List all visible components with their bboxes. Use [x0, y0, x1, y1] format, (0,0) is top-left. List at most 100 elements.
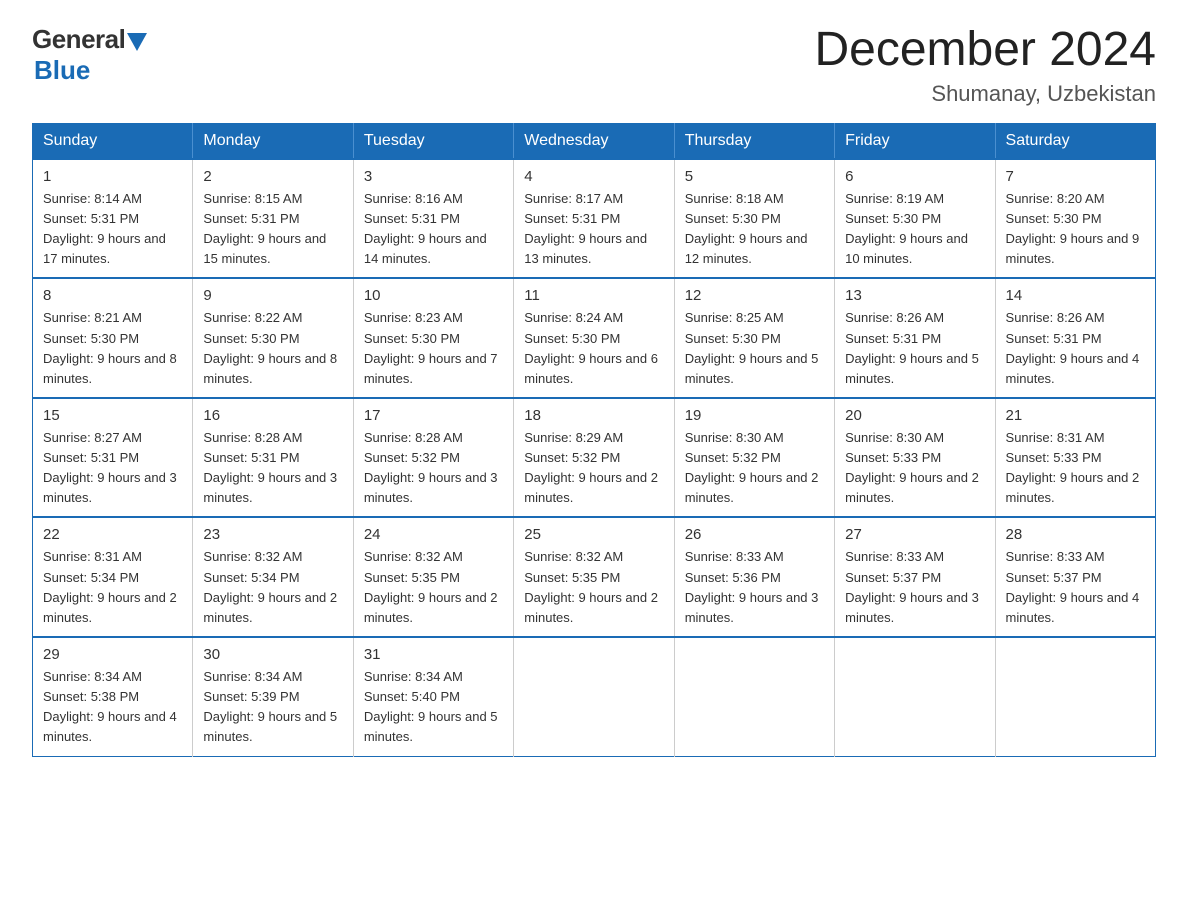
day-number: 25: [524, 526, 663, 543]
calendar-day-cell: [995, 637, 1155, 756]
calendar-day-cell: 22 Sunrise: 8:31 AM Sunset: 5:34 PM Dayl…: [33, 517, 193, 637]
calendar-week-row: 22 Sunrise: 8:31 AM Sunset: 5:34 PM Dayl…: [33, 517, 1156, 637]
day-number: 26: [685, 526, 824, 543]
day-info: Sunrise: 8:32 AM Sunset: 5:35 PM Dayligh…: [364, 547, 503, 628]
logo-triangle-icon: [127, 33, 147, 51]
calendar-header-tuesday: Tuesday: [353, 123, 513, 159]
day-info: Sunrise: 8:24 AM Sunset: 5:30 PM Dayligh…: [524, 308, 663, 389]
calendar-day-cell: 15 Sunrise: 8:27 AM Sunset: 5:31 PM Dayl…: [33, 398, 193, 518]
calendar-day-cell: 4 Sunrise: 8:17 AM Sunset: 5:31 PM Dayli…: [514, 159, 674, 279]
day-info: Sunrise: 8:28 AM Sunset: 5:32 PM Dayligh…: [364, 428, 503, 509]
day-info: Sunrise: 8:19 AM Sunset: 5:30 PM Dayligh…: [845, 189, 984, 270]
calendar-day-cell: 25 Sunrise: 8:32 AM Sunset: 5:35 PM Dayl…: [514, 517, 674, 637]
calendar-day-cell: 17 Sunrise: 8:28 AM Sunset: 5:32 PM Dayl…: [353, 398, 513, 518]
page-header: General Blue December 2024 Shumanay, Uzb…: [32, 24, 1156, 107]
day-number: 20: [845, 407, 984, 424]
day-info: Sunrise: 8:31 AM Sunset: 5:33 PM Dayligh…: [1006, 428, 1145, 509]
day-info: Sunrise: 8:32 AM Sunset: 5:34 PM Dayligh…: [203, 547, 342, 628]
day-info: Sunrise: 8:30 AM Sunset: 5:33 PM Dayligh…: [845, 428, 984, 509]
calendar-day-cell: 29 Sunrise: 8:34 AM Sunset: 5:38 PM Dayl…: [33, 637, 193, 756]
day-info: Sunrise: 8:26 AM Sunset: 5:31 PM Dayligh…: [1006, 308, 1145, 389]
day-number: 30: [203, 646, 342, 663]
day-number: 14: [1006, 287, 1145, 304]
day-number: 6: [845, 168, 984, 185]
calendar-day-cell: 26 Sunrise: 8:33 AM Sunset: 5:36 PM Dayl…: [674, 517, 834, 637]
day-number: 9: [203, 287, 342, 304]
calendar-day-cell: 5 Sunrise: 8:18 AM Sunset: 5:30 PM Dayli…: [674, 159, 834, 279]
logo-text-general: General: [32, 24, 125, 55]
calendar-day-cell: 24 Sunrise: 8:32 AM Sunset: 5:35 PM Dayl…: [353, 517, 513, 637]
day-number: 16: [203, 407, 342, 424]
calendar-day-cell: 18 Sunrise: 8:29 AM Sunset: 5:32 PM Dayl…: [514, 398, 674, 518]
day-number: 13: [845, 287, 984, 304]
calendar-table: SundayMondayTuesdayWednesdayThursdayFrid…: [32, 123, 1156, 757]
calendar-day-cell: 1 Sunrise: 8:14 AM Sunset: 5:31 PM Dayli…: [33, 159, 193, 279]
day-info: Sunrise: 8:31 AM Sunset: 5:34 PM Dayligh…: [43, 547, 182, 628]
calendar-day-cell: 23 Sunrise: 8:32 AM Sunset: 5:34 PM Dayl…: [193, 517, 353, 637]
calendar-day-cell: 31 Sunrise: 8:34 AM Sunset: 5:40 PM Dayl…: [353, 637, 513, 756]
day-info: Sunrise: 8:33 AM Sunset: 5:37 PM Dayligh…: [1006, 547, 1145, 628]
calendar-day-cell: 20 Sunrise: 8:30 AM Sunset: 5:33 PM Dayl…: [835, 398, 995, 518]
location-subtitle: Shumanay, Uzbekistan: [814, 81, 1156, 107]
calendar-header-friday: Friday: [835, 123, 995, 159]
month-year-title: December 2024: [814, 24, 1156, 77]
calendar-day-cell: 16 Sunrise: 8:28 AM Sunset: 5:31 PM Dayl…: [193, 398, 353, 518]
day-number: 10: [364, 287, 503, 304]
calendar-day-cell: 12 Sunrise: 8:25 AM Sunset: 5:30 PM Dayl…: [674, 278, 834, 398]
logo: General Blue: [32, 24, 147, 86]
calendar-header-row: SundayMondayTuesdayWednesdayThursdayFrid…: [33, 123, 1156, 159]
day-info: Sunrise: 8:30 AM Sunset: 5:32 PM Dayligh…: [685, 428, 824, 509]
day-info: Sunrise: 8:14 AM Sunset: 5:31 PM Dayligh…: [43, 189, 182, 270]
calendar-day-cell: 7 Sunrise: 8:20 AM Sunset: 5:30 PM Dayli…: [995, 159, 1155, 279]
calendar-day-cell: 28 Sunrise: 8:33 AM Sunset: 5:37 PM Dayl…: [995, 517, 1155, 637]
day-number: 11: [524, 287, 663, 304]
title-block: December 2024 Shumanay, Uzbekistan: [814, 24, 1156, 107]
day-info: Sunrise: 8:33 AM Sunset: 5:37 PM Dayligh…: [845, 547, 984, 628]
calendar-day-cell: 30 Sunrise: 8:34 AM Sunset: 5:39 PM Dayl…: [193, 637, 353, 756]
day-info: Sunrise: 8:25 AM Sunset: 5:30 PM Dayligh…: [685, 308, 824, 389]
calendar-week-row: 1 Sunrise: 8:14 AM Sunset: 5:31 PM Dayli…: [33, 159, 1156, 279]
day-info: Sunrise: 8:21 AM Sunset: 5:30 PM Dayligh…: [43, 308, 182, 389]
calendar-day-cell: [835, 637, 995, 756]
day-number: 28: [1006, 526, 1145, 543]
day-info: Sunrise: 8:34 AM Sunset: 5:40 PM Dayligh…: [364, 667, 503, 748]
day-number: 17: [364, 407, 503, 424]
calendar-day-cell: 11 Sunrise: 8:24 AM Sunset: 5:30 PM Dayl…: [514, 278, 674, 398]
calendar-week-row: 8 Sunrise: 8:21 AM Sunset: 5:30 PM Dayli…: [33, 278, 1156, 398]
day-number: 4: [524, 168, 663, 185]
day-info: Sunrise: 8:17 AM Sunset: 5:31 PM Dayligh…: [524, 189, 663, 270]
calendar-week-row: 29 Sunrise: 8:34 AM Sunset: 5:38 PM Dayl…: [33, 637, 1156, 756]
day-info: Sunrise: 8:20 AM Sunset: 5:30 PM Dayligh…: [1006, 189, 1145, 270]
calendar-day-cell: 8 Sunrise: 8:21 AM Sunset: 5:30 PM Dayli…: [33, 278, 193, 398]
calendar-header-thursday: Thursday: [674, 123, 834, 159]
day-info: Sunrise: 8:34 AM Sunset: 5:39 PM Dayligh…: [203, 667, 342, 748]
day-info: Sunrise: 8:28 AM Sunset: 5:31 PM Dayligh…: [203, 428, 342, 509]
calendar-day-cell: 9 Sunrise: 8:22 AM Sunset: 5:30 PM Dayli…: [193, 278, 353, 398]
day-number: 5: [685, 168, 824, 185]
day-info: Sunrise: 8:23 AM Sunset: 5:30 PM Dayligh…: [364, 308, 503, 389]
calendar-day-cell: [674, 637, 834, 756]
day-number: 7: [1006, 168, 1145, 185]
day-number: 8: [43, 287, 182, 304]
day-info: Sunrise: 8:16 AM Sunset: 5:31 PM Dayligh…: [364, 189, 503, 270]
calendar-day-cell: 14 Sunrise: 8:26 AM Sunset: 5:31 PM Dayl…: [995, 278, 1155, 398]
day-number: 31: [364, 646, 503, 663]
day-info: Sunrise: 8:26 AM Sunset: 5:31 PM Dayligh…: [845, 308, 984, 389]
calendar-day-cell: 6 Sunrise: 8:19 AM Sunset: 5:30 PM Dayli…: [835, 159, 995, 279]
day-number: 3: [364, 168, 503, 185]
day-info: Sunrise: 8:29 AM Sunset: 5:32 PM Dayligh…: [524, 428, 663, 509]
calendar-day-cell: 19 Sunrise: 8:30 AM Sunset: 5:32 PM Dayl…: [674, 398, 834, 518]
day-number: 15: [43, 407, 182, 424]
day-info: Sunrise: 8:32 AM Sunset: 5:35 PM Dayligh…: [524, 547, 663, 628]
day-number: 18: [524, 407, 663, 424]
day-number: 22: [43, 526, 182, 543]
day-info: Sunrise: 8:18 AM Sunset: 5:30 PM Dayligh…: [685, 189, 824, 270]
calendar-day-cell: 2 Sunrise: 8:15 AM Sunset: 5:31 PM Dayli…: [193, 159, 353, 279]
day-info: Sunrise: 8:22 AM Sunset: 5:30 PM Dayligh…: [203, 308, 342, 389]
calendar-day-cell: 13 Sunrise: 8:26 AM Sunset: 5:31 PM Dayl…: [835, 278, 995, 398]
calendar-header-monday: Monday: [193, 123, 353, 159]
day-number: 2: [203, 168, 342, 185]
day-info: Sunrise: 8:33 AM Sunset: 5:36 PM Dayligh…: [685, 547, 824, 628]
calendar-header-saturday: Saturday: [995, 123, 1155, 159]
day-info: Sunrise: 8:15 AM Sunset: 5:31 PM Dayligh…: [203, 189, 342, 270]
